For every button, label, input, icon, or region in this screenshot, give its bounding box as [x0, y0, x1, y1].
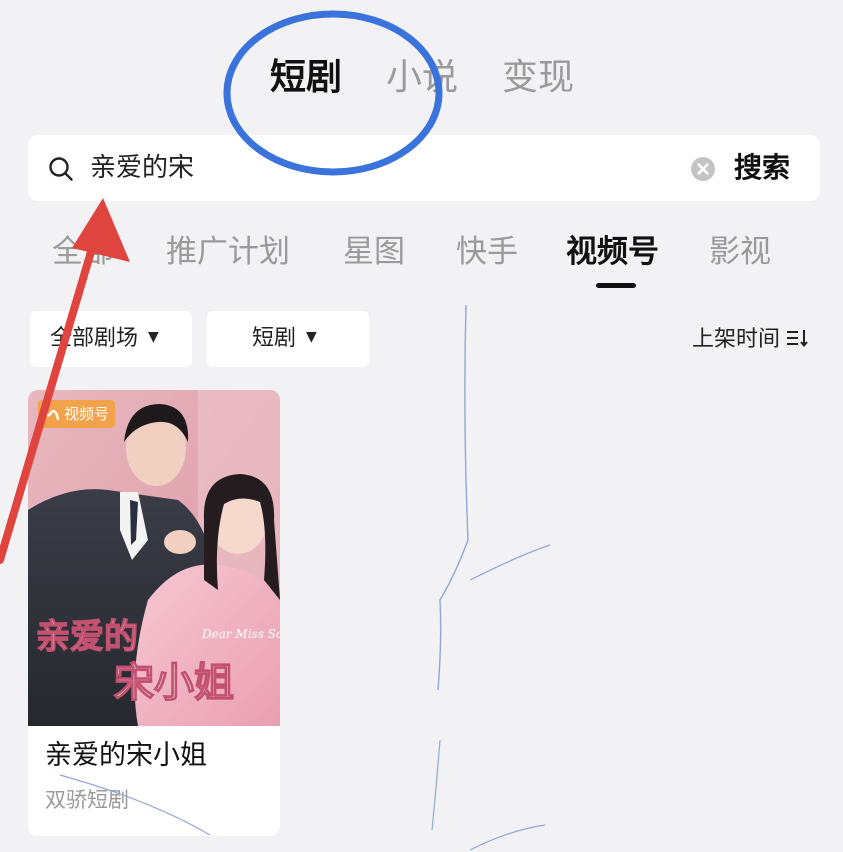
search-icon — [49, 157, 73, 181]
search-button[interactable]: 搜索 — [734, 135, 790, 201]
tab-xingtu[interactable]: 星图 — [343, 228, 405, 276]
sort-button[interactable]: 上架时间 — [692, 320, 808, 360]
tab-promotion-plan[interactable]: 推广计划 — [166, 228, 290, 276]
poster-title-line1: 亲爱的 — [36, 617, 138, 657]
channels-icon — [42, 407, 60, 420]
tab-all[interactable]: 全部 — [52, 228, 114, 276]
caret-down-icon: ▼ — [306, 329, 317, 345]
tab-monetize[interactable]: 变现 — [502, 52, 574, 104]
clear-icon[interactable] — [690, 156, 716, 182]
sort-icon — [787, 330, 808, 348]
search-bar[interactable]: 亲爱的宋 搜索 — [28, 135, 820, 201]
category-filter[interactable]: 短剧 ▼ — [207, 311, 369, 367]
tab-film-tv[interactable]: 影视 — [709, 228, 771, 276]
tab-short-drama[interactable]: 短剧 — [270, 52, 342, 104]
poster-title-en: Dear Miss Song — [201, 627, 280, 641]
drama-card[interactable]: 亲爱的 宋小姐 Dear Miss Song 视频号 亲爱的宋小姐 双骄短剧 — [28, 390, 280, 836]
theater-filter[interactable]: 全部剧场 ▼ — [30, 311, 192, 367]
active-tab-indicator — [596, 283, 636, 288]
annotation-scribble — [431, 739, 441, 831]
drama-poster: 亲爱的 宋小姐 Dear Miss Song — [28, 390, 280, 726]
tab-channels[interactable]: 视频号 — [566, 228, 659, 276]
drama-producer: 双骄短剧 — [45, 788, 129, 812]
tab-novel[interactable]: 小说 — [386, 52, 458, 104]
caret-down-icon: ▼ — [148, 329, 159, 345]
platform-badge: 视频号 — [38, 400, 116, 428]
platform-badge-label: 视频号 — [64, 405, 110, 423]
drama-title: 亲爱的宋小姐 — [45, 740, 207, 771]
annotation-scribble — [437, 304, 469, 691]
category-filter-label: 短剧 — [252, 326, 297, 351]
annotation-scribble — [469, 824, 546, 851]
annotation-scribble — [469, 544, 551, 581]
search-input[interactable]: 亲爱的宋 — [90, 135, 194, 201]
tab-kuaishou[interactable]: 快手 — [456, 228, 518, 276]
theater-filter-label: 全部剧场 — [50, 326, 139, 351]
sort-label: 上架时间 — [692, 327, 781, 352]
poster-title-line2: 宋小姐 — [114, 660, 234, 706]
